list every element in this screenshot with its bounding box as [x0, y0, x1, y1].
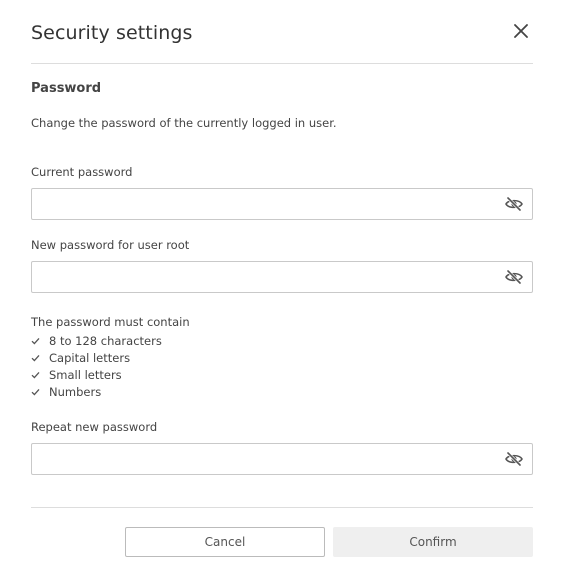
- repeat-password-input[interactable]: [32, 444, 492, 474]
- eye-slash-icon[interactable]: [505, 270, 523, 284]
- header-divider: [31, 63, 533, 64]
- current-password-field: [31, 188, 533, 220]
- dialog-title: Security settings: [31, 22, 193, 44]
- current-password-label: Current password: [31, 165, 133, 179]
- footer-divider: [31, 507, 533, 508]
- section-heading-password: Password: [31, 81, 102, 96]
- requirement-item: Small letters: [31, 366, 162, 383]
- checkmark-icon: [31, 337, 49, 345]
- requirement-text: 8 to 128 characters: [49, 333, 162, 348]
- checkmark-icon: [31, 354, 49, 362]
- requirement-item: Numbers: [31, 383, 162, 400]
- password-requirements-title: The password must contain: [31, 315, 190, 329]
- repeat-password-visibility-toggle[interactable]: [505, 450, 523, 468]
- checkmark-icon: [31, 371, 49, 379]
- requirement-text: Small letters: [49, 367, 122, 382]
- requirement-item: Capital letters: [31, 349, 162, 366]
- current-password-visibility-toggle[interactable]: [505, 195, 523, 213]
- repeat-password-label: Repeat new password: [31, 420, 158, 434]
- repeat-password-field: [31, 443, 533, 475]
- eye-slash-icon[interactable]: [505, 197, 523, 211]
- current-password-input[interactable]: [32, 189, 492, 219]
- new-password-label: New password for user root: [31, 238, 190, 252]
- section-description: Change the password of the currently log…: [31, 116, 337, 130]
- checkmark-icon: [31, 388, 49, 396]
- requirement-text: Capital letters: [49, 350, 131, 365]
- requirement-text: Numbers: [49, 384, 102, 399]
- close-button[interactable]: [508, 18, 534, 44]
- cancel-button[interactable]: Cancel: [125, 527, 325, 557]
- new-password-visibility-toggle[interactable]: [505, 268, 523, 286]
- confirm-button[interactable]: Confirm: [333, 527, 533, 557]
- requirement-item: 8 to 128 characters: [31, 332, 162, 349]
- new-password-field: [31, 261, 533, 293]
- close-icon[interactable]: [514, 24, 528, 38]
- security-settings-dialog: Security settings Password Change the pa…: [0, 0, 564, 573]
- eye-slash-icon[interactable]: [505, 452, 523, 466]
- new-password-input[interactable]: [32, 262, 492, 292]
- password-requirements-list: 8 to 128 characters Capital letters Smal…: [31, 332, 162, 400]
